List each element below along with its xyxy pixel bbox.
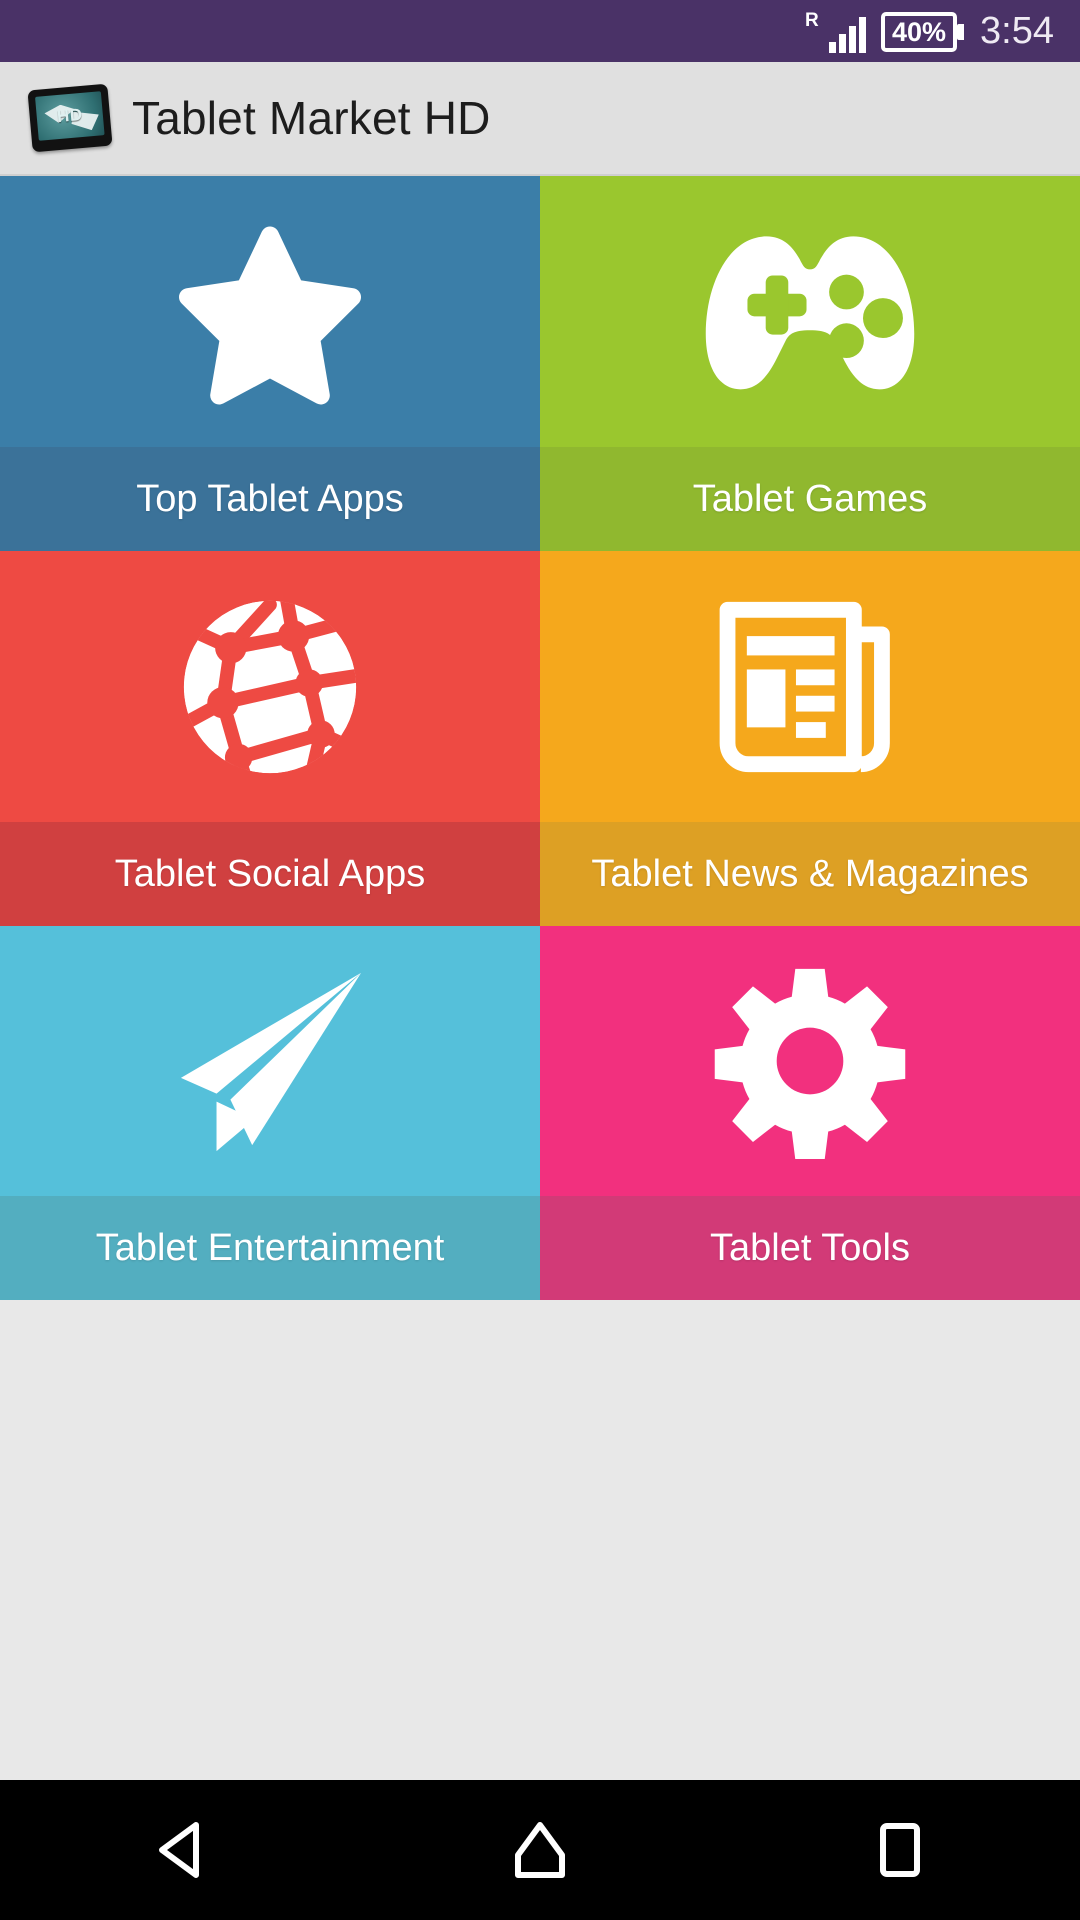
tile-label-tablet-entertainment: Tablet Entertainment [0,1196,540,1300]
gamepad-icon [540,176,1080,447]
tile-label-tablet-tools: Tablet Tools [540,1196,1080,1300]
category-grid: Top Tablet Apps Tablet Games Tablet Soci… [0,176,1080,1300]
tile-tablet-tools[interactable]: Tablet Tools [540,926,1080,1300]
signal-strength-bars [828,17,866,53]
tile-top-tablet-apps[interactable]: Top Tablet Apps [0,176,540,551]
battery-icon: 40% [880,12,965,52]
system-navigation-bar [0,1780,1080,1920]
star-icon [0,176,540,447]
home-icon[interactable] [465,1780,615,1920]
tile-tablet-social-apps[interactable]: Tablet Social Apps [0,551,540,926]
tile-tablet-news-magazines[interactable]: Tablet News & Magazines [540,551,1080,926]
globe-network-icon [0,551,540,822]
status-bar: R 40% 3:54 [0,0,1080,62]
recents-square-icon[interactable] [825,1780,975,1920]
tile-label-tablet-social-apps: Tablet Social Apps [0,822,540,926]
tile-label-tablet-news-magazines: Tablet News & Magazines [540,822,1080,926]
back-triangle-icon[interactable] [105,1780,255,1920]
app-bar: HD Tablet Market HD [0,62,1080,176]
tile-tablet-entertainment[interactable]: Tablet Entertainment [0,926,540,1300]
signal-bars-icon: R [805,9,866,53]
tile-label-top-tablet-apps: Top Tablet Apps [0,447,540,551]
gear-icon [540,926,1080,1196]
battery-percent-label: 40% [891,16,947,47]
status-bar-clock: 3:54 [980,10,1054,52]
app-icon-hd-label: HD [56,104,84,127]
newspaper-icon [540,551,1080,822]
app-screen: R 40% 3:54 HD Tablet Market HD Top Table… [0,0,1080,1920]
page-title: Tablet Market HD [132,92,491,144]
roaming-indicator: R [804,10,819,31]
tile-tablet-games[interactable]: Tablet Games [540,176,1080,551]
paper-plane-icon [0,926,540,1196]
empty-content-area [0,1300,1080,1780]
tile-label-tablet-games: Tablet Games [540,447,1080,551]
tablet-hd-icon: HD [27,83,113,153]
